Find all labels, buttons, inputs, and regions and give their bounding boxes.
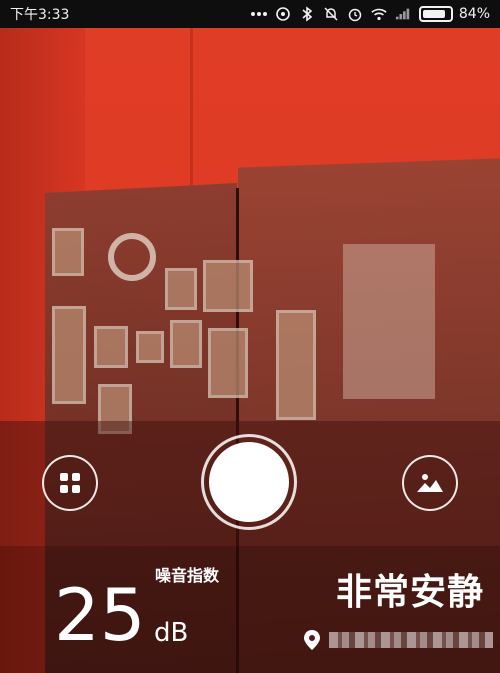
battery-icon (418, 6, 453, 22)
status-icons: 84% (250, 6, 490, 22)
location-text (329, 632, 493, 648)
picture-frame (170, 320, 202, 368)
picture-frame (52, 228, 84, 276)
location-pin-icon (303, 629, 321, 651)
gallery-icon (417, 474, 443, 492)
wall-wheel-decor (108, 233, 156, 281)
picture-frame (52, 306, 86, 404)
glass-reflection (343, 244, 435, 399)
signal-icon (395, 6, 411, 22)
picture-frame (203, 260, 253, 312)
picture-frame (94, 326, 128, 368)
wall-corner (190, 28, 193, 198)
battery: 84% (418, 6, 490, 22)
noise-index-label: 噪音指数 (155, 566, 220, 585)
picture-frame (276, 310, 316, 420)
status-time: 下午3:33 (10, 7, 70, 23)
bluetooth-icon (299, 6, 315, 22)
shutter-core[interactable] (209, 442, 289, 522)
picture-frame (208, 328, 248, 398)
grid-button[interactable] (42, 455, 98, 511)
battery-percent: 84% (458, 6, 490, 22)
shutter-button[interactable] (201, 434, 297, 530)
mute-icon (323, 6, 339, 22)
battery-level (422, 10, 445, 18)
more-dots-icon (250, 6, 267, 22)
picture-frame (136, 331, 164, 363)
alarm-icon (347, 6, 363, 22)
grid-icon (60, 473, 80, 493)
wifi-icon (371, 6, 387, 22)
picture-frame (165, 268, 197, 310)
decibel-unit: dB (154, 618, 189, 648)
location-row[interactable] (303, 628, 493, 652)
noise-level-text: 非常安静 (335, 572, 484, 613)
status-bar: 下午3:33 84% (0, 0, 500, 28)
decibel-value: 25 (54, 573, 146, 657)
sync-icon (275, 6, 291, 22)
gallery-button[interactable] (402, 455, 458, 511)
